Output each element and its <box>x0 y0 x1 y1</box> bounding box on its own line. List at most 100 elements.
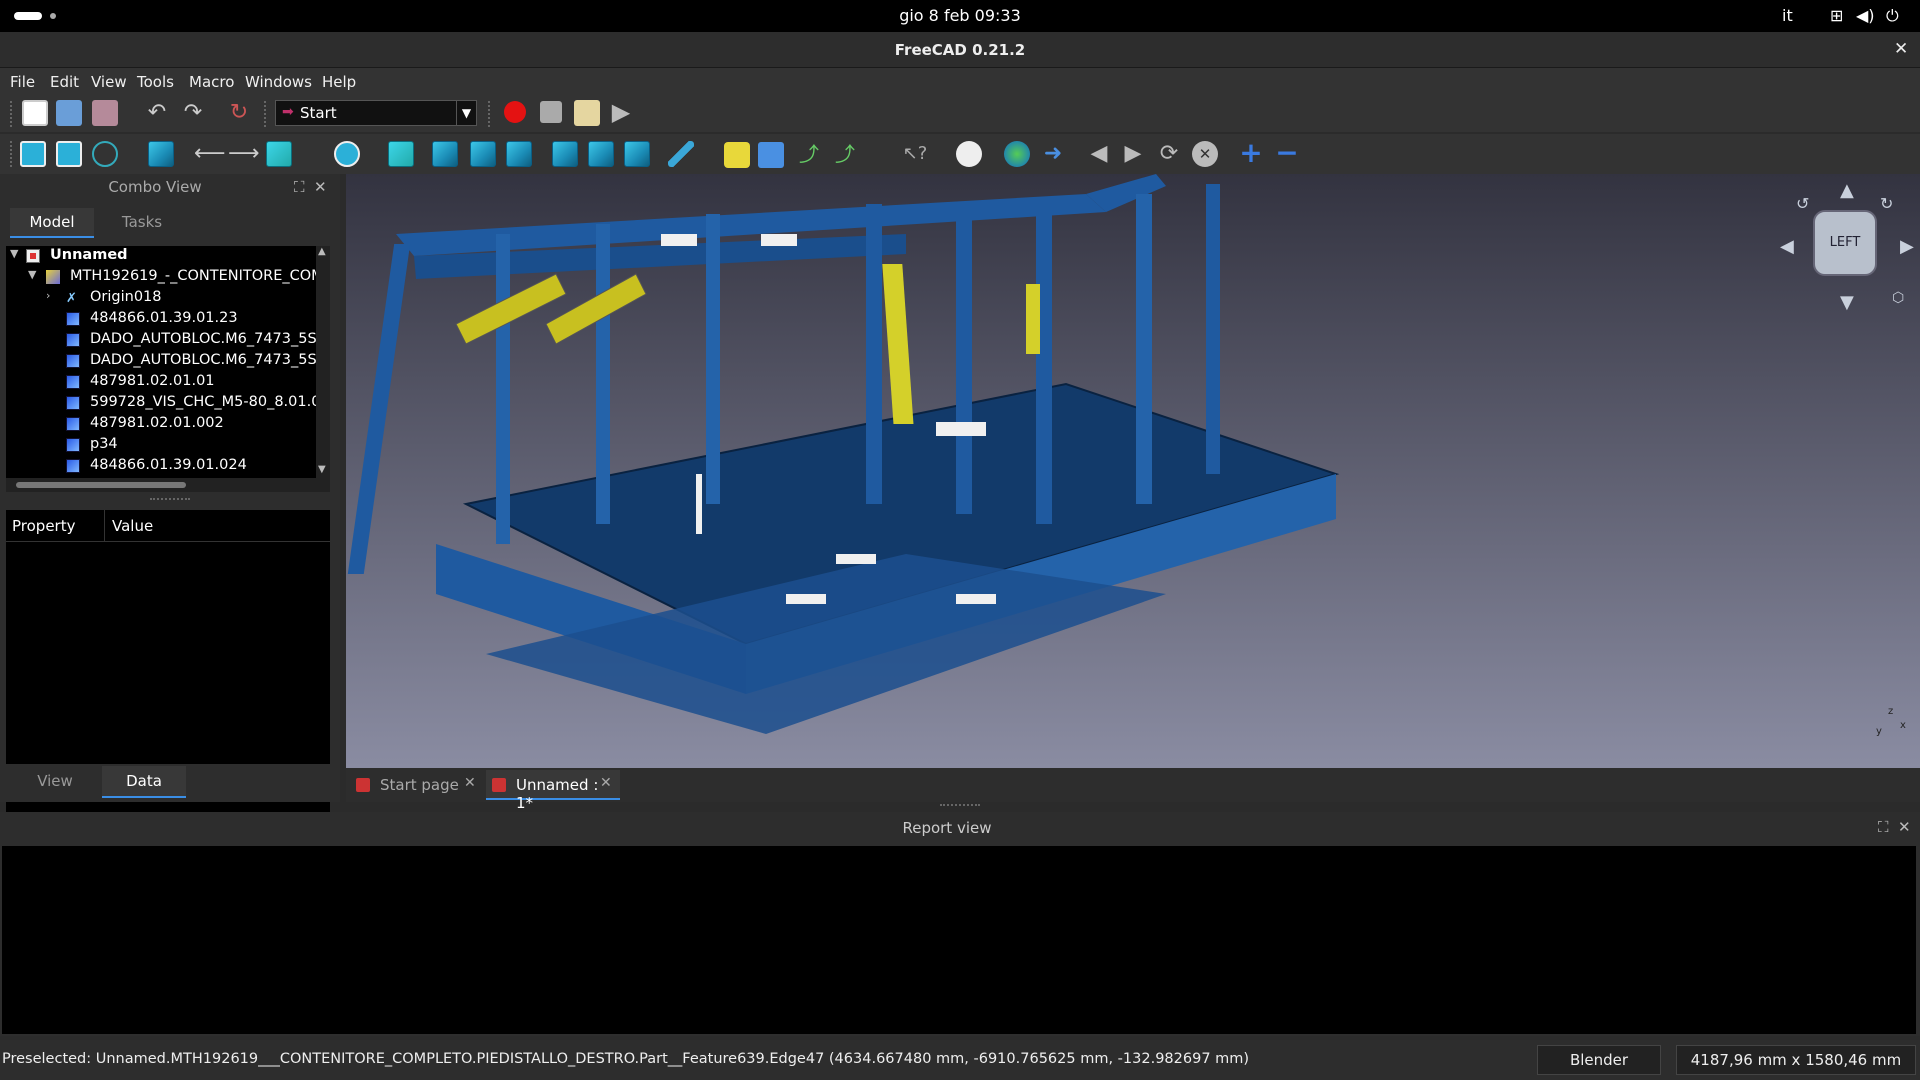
tree-item-origin[interactable]: › ✗ Origin018 <box>6 288 306 309</box>
bottom-view-icon[interactable] <box>588 141 614 167</box>
toolbar-grip[interactable] <box>10 141 14 167</box>
web-refresh-icon[interactable]: ⟳ <box>1156 141 1182 167</box>
close-icon[interactable]: ✕ <box>600 775 612 791</box>
tab-data[interactable]: Data <box>102 766 186 798</box>
menu-tools[interactable]: Tools <box>137 73 174 91</box>
zoom-out-icon[interactable]: − <box>1274 139 1300 167</box>
nav-right-icon[interactable]: ▶ <box>1900 236 1914 257</box>
power-icon[interactable]: ⏻ <box>1886 6 1899 26</box>
tree-item-body[interactable]: 487981.02.01.01 <box>6 372 306 393</box>
macro-edit-icon[interactable] <box>574 100 600 126</box>
keyboard-layout[interactable]: it <box>1782 6 1793 25</box>
rear-view-icon[interactable] <box>552 141 578 167</box>
tree-item-body[interactable]: DADO_AUTOBLOC.M6_7473_5S_ <box>6 351 324 372</box>
macro-record-icon[interactable] <box>504 101 526 123</box>
macro-stop-icon[interactable] <box>540 101 562 123</box>
chevron-right-icon[interactable]: › <box>46 289 50 302</box>
chevron-down-icon[interactable]: ▼ <box>28 268 36 281</box>
3d-viewport[interactable]: ▲ ▼ ◀ ▶ ↺ ↻ LEFT ⬡ z x y <box>346 174 1920 768</box>
tab-start-page[interactable]: Start page ✕ <box>350 770 484 800</box>
rotate-left-icon[interactable]: ↺ <box>1796 194 1809 213</box>
refresh-icon[interactable]: ↻ <box>226 100 252 126</box>
chevron-down-icon[interactable]: ▼ <box>456 101 476 125</box>
splitter-handle[interactable] <box>150 498 190 500</box>
tree-item-body[interactable]: 484866.01.39.01.23 <box>6 309 306 330</box>
tree-item-document[interactable]: ▼ Unnamed <box>6 246 306 267</box>
nav-up-icon[interactable]: ▲ <box>1840 180 1854 201</box>
bounding-box-icon[interactable] <box>148 141 174 167</box>
tree-item-body[interactable]: 599728_VIS_CHC_M5-80_8.01.01 <box>6 393 330 414</box>
report-output[interactable] <box>2 846 1916 1034</box>
menu-windows[interactable]: Windows <box>245 73 312 91</box>
column-divider[interactable] <box>104 510 105 542</box>
tree-vertical-scrollbar[interactable]: ▲ ▼ <box>316 246 330 492</box>
scrollbar-thumb[interactable] <box>16 482 186 488</box>
menu-file[interactable]: File <box>10 73 35 91</box>
toolbar-grip[interactable] <box>488 101 492 127</box>
window-close-button[interactable]: ✕ <box>1894 39 1908 59</box>
tree-horizontal-scrollbar[interactable] <box>6 478 316 492</box>
front-view-icon[interactable] <box>432 141 458 167</box>
back-icon[interactable]: ⟵ <box>194 141 226 167</box>
nav-left-icon[interactable]: ◀ <box>1780 236 1794 257</box>
create-part-icon[interactable] <box>724 142 750 168</box>
close-icon[interactable]: ✕ <box>1898 818 1911 836</box>
measure-distance-icon[interactable] <box>668 141 694 167</box>
web-forward-icon[interactable]: ▶ <box>1120 141 1146 167</box>
create-group-icon[interactable] <box>758 142 784 168</box>
right-view-icon[interactable] <box>506 141 532 167</box>
tab-tasks[interactable]: Tasks <box>100 208 184 238</box>
undo-icon[interactable]: ↶ <box>144 100 170 126</box>
menu-edit[interactable]: Edit <box>50 73 79 91</box>
menu-macro[interactable]: Macro <box>189 73 234 91</box>
nav-down-icon[interactable]: ▼ <box>1840 292 1854 313</box>
redo-icon[interactable]: ↷ <box>180 100 206 126</box>
toolbar-grip[interactable] <box>264 101 268 127</box>
tree-item-body[interactable]: p34 <box>6 435 306 456</box>
rotate-right-icon[interactable]: ↻ <box>1880 194 1893 213</box>
chevron-up-icon[interactable]: ▲ <box>318 246 326 257</box>
workbench-selector[interactable]: ➡ Start ▼ <box>275 100 477 126</box>
new-document-icon[interactable] <box>22 100 48 126</box>
left-view-icon[interactable] <box>624 141 650 167</box>
web-back-icon[interactable]: ◀ <box>1086 141 1112 167</box>
undock-icon[interactable]: ⛶ <box>1878 818 1889 836</box>
chevron-down-icon[interactable]: ▼ <box>10 247 18 260</box>
web-home-icon[interactable] <box>1004 141 1030 167</box>
stop-loading-icon[interactable] <box>956 141 982 167</box>
tree-item-body[interactable]: 487981.02.01.002 <box>6 414 306 435</box>
navcube-face[interactable]: LEFT <box>1813 210 1877 276</box>
navigation-cube[interactable]: ▲ ▼ ◀ ▶ ↺ ↻ LEFT ⬡ <box>1780 180 1920 320</box>
tree-item-body[interactable]: 484866.01.39.01.024 <box>6 456 306 477</box>
zoom-in-icon[interactable]: + <box>1238 139 1264 167</box>
view-menu-icon[interactable]: ⬡ <box>1892 290 1904 306</box>
forward-icon[interactable]: ⟶ <box>228 141 260 167</box>
fit-all-icon[interactable] <box>20 141 46 167</box>
chevron-down-icon[interactable]: ▼ <box>318 464 326 475</box>
tree-item-assembly[interactable]: ▼ MTH192619_-_CONTENITORE_COM <box>6 267 324 288</box>
save-document-icon[interactable] <box>92 100 118 126</box>
make-link-icon[interactable]: ⤴ <box>796 141 822 167</box>
property-column-header[interactable]: Property <box>12 517 75 535</box>
isometric-view-icon[interactable] <box>388 141 414 167</box>
top-view-icon[interactable] <box>470 141 496 167</box>
network-icon[interactable]: ⊞ <box>1830 6 1843 25</box>
macro-execute-icon[interactable]: ▶ <box>608 99 634 125</box>
tab-model[interactable]: Model <box>10 208 94 238</box>
web-stop-icon[interactable]: ✕ <box>1192 141 1218 167</box>
tab-unnamed[interactable]: Unnamed : 1* ✕ <box>486 770 620 812</box>
web-open-icon[interactable]: ➜ <box>1040 141 1066 167</box>
close-icon[interactable]: ✕ <box>314 178 327 196</box>
link-actions-icon[interactable]: ⤴ <box>832 141 858 167</box>
value-column-header[interactable]: Value <box>112 517 153 535</box>
menu-view[interactable]: View <box>91 73 127 91</box>
zoom-icon[interactable] <box>334 141 360 167</box>
toolbar-grip[interactable] <box>10 101 14 127</box>
navigation-style-button[interactable]: Blender <box>1537 1045 1661 1075</box>
fit-selection-icon[interactable] <box>56 141 82 167</box>
open-document-icon[interactable] <box>56 100 82 126</box>
close-icon[interactable]: ✕ <box>464 775 476 791</box>
undock-icon[interactable]: ⛶ <box>294 178 305 196</box>
link-navigate-icon[interactable] <box>266 141 292 167</box>
clock[interactable]: gio 8 feb 09:33 <box>0 6 1920 25</box>
